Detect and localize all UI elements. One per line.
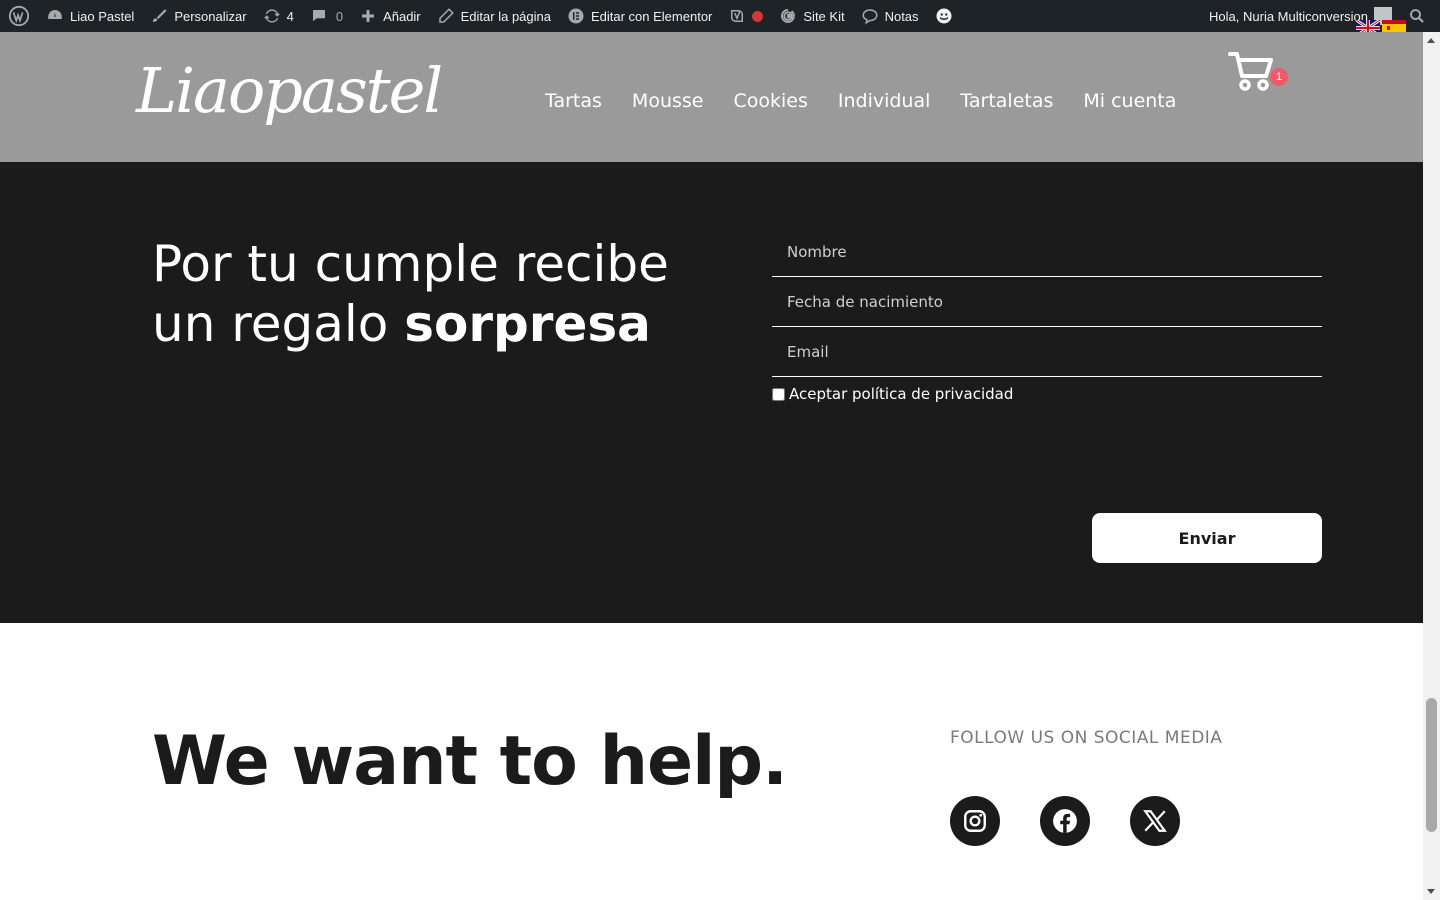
headline-bold-word: sorpresa xyxy=(404,295,651,353)
site-name: Liao Pastel xyxy=(70,8,135,24)
cart-icon[interactable] xyxy=(1228,50,1274,92)
headline-line-2: un regalo xyxy=(152,295,405,353)
wordpress-menu[interactable] xyxy=(0,0,38,32)
instagram-link[interactable] xyxy=(950,796,1000,846)
x-icon xyxy=(1143,810,1167,832)
facebook-icon xyxy=(1053,809,1077,833)
chat-bubble-icon xyxy=(862,9,878,25)
comments-link[interactable]: 0 xyxy=(302,0,351,32)
scroll-down-icon[interactable] xyxy=(1427,889,1435,894)
scrollbar-thumb[interactable] xyxy=(1426,698,1437,832)
edit-page-link[interactable]: Editar la página xyxy=(429,0,559,32)
edit-page-label: Editar la página xyxy=(460,8,551,24)
privacy-checkbox[interactable] xyxy=(772,387,785,401)
birthdate-field-wrap xyxy=(772,277,1322,327)
page-scrollbar[interactable] xyxy=(1423,32,1440,900)
add-new-label: Añadir xyxy=(383,8,421,24)
nav-item-tartaletas[interactable]: Tartaletas xyxy=(960,90,1053,112)
nav-item-individual[interactable]: Individual xyxy=(838,90,931,112)
dashboard-icon xyxy=(48,10,62,19)
main-nav: Tartas Mousse Cookies Individual Tartale… xyxy=(545,90,1176,112)
edit-elementor-link[interactable]: Editar con Elementor xyxy=(559,0,720,32)
scroll-up-icon[interactable] xyxy=(1427,38,1435,43)
facebook-link[interactable] xyxy=(1040,796,1090,846)
customize-label: Personalizar xyxy=(174,8,247,24)
yoast-icon xyxy=(731,10,744,22)
customize-link[interactable]: Personalizar xyxy=(142,0,254,32)
refresh-icon xyxy=(263,9,280,23)
edit-elementor-label: Editar con Elementor xyxy=(590,8,713,24)
cart-count-badge: 1 xyxy=(1270,68,1288,86)
updates-link[interactable]: 4 xyxy=(255,0,302,32)
yoast-menu[interactable] xyxy=(720,0,771,32)
name-input[interactable] xyxy=(772,227,1322,276)
instagram-icon xyxy=(964,810,986,832)
notes-label: Notas xyxy=(884,8,919,24)
greeting-label: Hola, Nuria Multiconversion xyxy=(1209,8,1368,24)
comments-count: 0 xyxy=(335,8,344,24)
pencil-icon xyxy=(438,8,454,23)
birthdate-input[interactable] xyxy=(772,277,1322,326)
privacy-consent: Aceptar política de privacidad xyxy=(772,385,1013,403)
comment-icon xyxy=(312,10,325,22)
nav-item-mousse[interactable]: Mousse xyxy=(632,90,704,112)
google-icon xyxy=(781,9,796,23)
social-title: FOLLOW US ON SOCIAL MEDIA xyxy=(950,728,1223,748)
brush-icon xyxy=(153,9,167,22)
submit-button[interactable]: Enviar xyxy=(1092,513,1322,563)
site-logo[interactable]: Liaopastel xyxy=(136,54,443,127)
site-name-menu[interactable]: Liao Pastel xyxy=(38,0,142,32)
recording-dot-icon xyxy=(752,10,764,22)
admin-bar: Liao Pastel Personalizar 4 0 Añadir Edit… xyxy=(0,0,1440,32)
add-new-menu[interactable]: Añadir xyxy=(351,0,429,32)
notes-link[interactable]: Notas xyxy=(853,0,927,32)
nav-item-mi-cuenta[interactable]: Mi cuenta xyxy=(1083,90,1176,112)
email-field-wrap xyxy=(772,327,1322,377)
help-headline: We want to help. xyxy=(152,722,788,801)
smiley-menu[interactable] xyxy=(927,0,967,32)
updates-count: 4 xyxy=(286,8,294,24)
site-kit-menu[interactable]: Site Kit xyxy=(771,0,852,32)
headline-line-1: Por tu cumple recibe xyxy=(152,235,669,293)
site-kit-label: Site Kit xyxy=(803,8,845,24)
plus-icon xyxy=(362,10,375,22)
nav-item-tartas[interactable]: Tartas xyxy=(545,90,602,112)
nav-item-cookies[interactable]: Cookies xyxy=(733,90,807,112)
email-input[interactable] xyxy=(772,327,1322,376)
wordpress-icon xyxy=(8,5,30,27)
smiley-icon xyxy=(936,8,952,24)
elementor-icon xyxy=(568,8,584,24)
privacy-label: Aceptar política de privacidad xyxy=(789,385,1014,403)
site-header: Liaopastel Tartas Mousse Cookies Individ… xyxy=(0,32,1423,162)
name-field-wrap xyxy=(772,227,1322,277)
birthday-promo-section: Por tu cumple recibe un regalo sorpresa … xyxy=(0,162,1423,623)
search-icon xyxy=(1410,9,1424,23)
x-link[interactable] xyxy=(1130,796,1180,846)
search-button[interactable] xyxy=(1400,0,1440,32)
promo-headline: Por tu cumple recibe un regalo sorpresa xyxy=(152,234,752,354)
